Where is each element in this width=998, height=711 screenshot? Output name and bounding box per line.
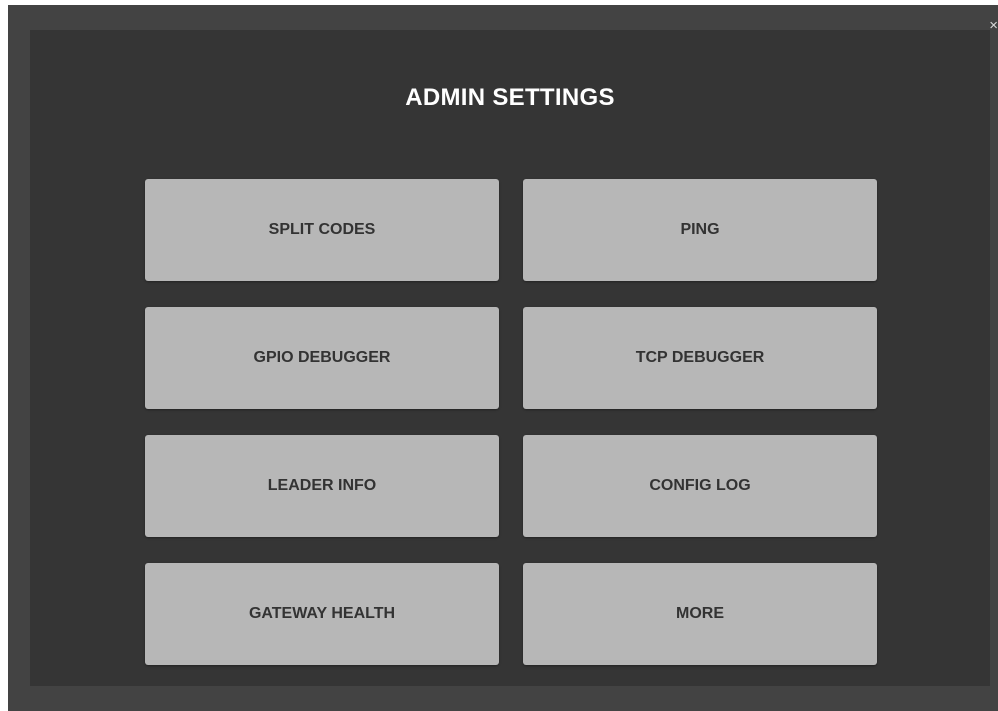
admin-button-grid: SPLIT CODES PING GPIO DEBUGGER TCP DEBUG…	[145, 179, 877, 665]
config-log-button[interactable]: CONFIG LOG	[523, 435, 877, 537]
dialog-panel: ADMIN SETTINGS SPLIT CODES PING GPIO DEB…	[30, 30, 990, 686]
admin-settings-dialog: × ADMIN SETTINGS SPLIT CODES PING GPIO D…	[8, 5, 998, 711]
dialog-title: ADMIN SETTINGS	[405, 84, 615, 111]
ping-button[interactable]: PING	[523, 179, 877, 281]
split-codes-button[interactable]: SPLIT CODES	[145, 179, 499, 281]
gpio-debugger-button[interactable]: GPIO DEBUGGER	[145, 307, 499, 409]
more-button[interactable]: MORE	[523, 563, 877, 665]
leader-info-button[interactable]: LEADER INFO	[145, 435, 499, 537]
tcp-debugger-button[interactable]: TCP DEBUGGER	[523, 307, 877, 409]
gateway-health-button[interactable]: GATEWAY HEALTH	[145, 563, 499, 665]
